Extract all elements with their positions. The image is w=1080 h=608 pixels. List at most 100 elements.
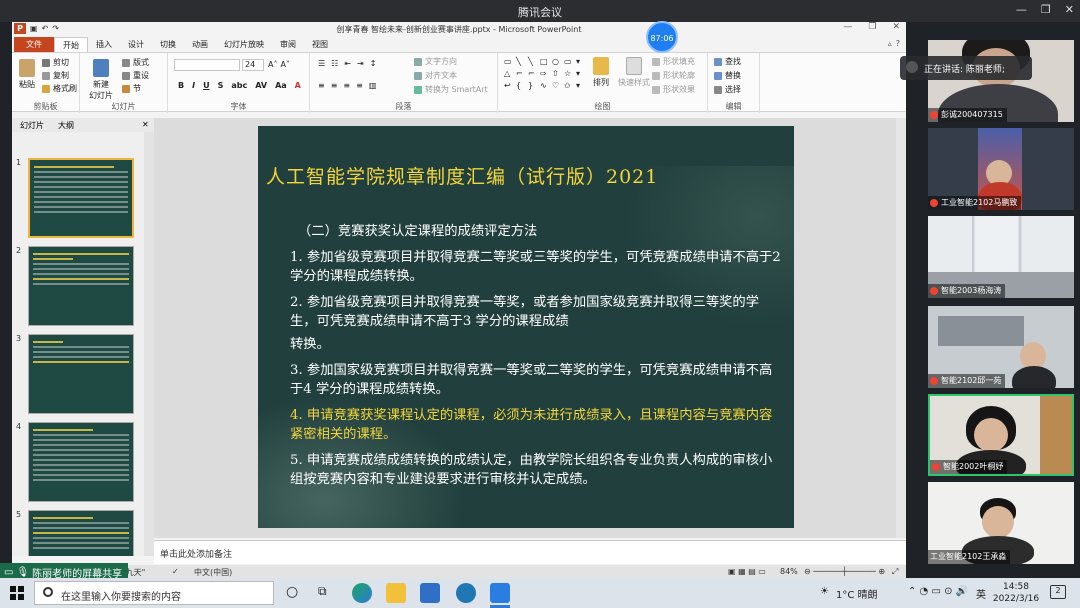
tab-review[interactable]: 审阅 [272, 37, 304, 52]
ppt-restore-icon[interactable]: ❐ [868, 22, 876, 32]
select-button[interactable]: 选择 [714, 84, 741, 95]
cortana-icon[interactable]: ○ [286, 584, 298, 600]
slide-body[interactable]: （二）竞赛获奖认定课程的成绩评定方法 1. 参加省级竞赛项目并取得竞赛二等奖或三… [290, 222, 782, 496]
weather-text[interactable]: 1°C 晴朗 [836, 586, 878, 601]
ribbon-collapse-icon[interactable]: ▵ [888, 39, 892, 48]
line-shape-icon[interactable]: ╲ [516, 57, 526, 67]
shape-effects-button[interactable]: 形状效果 [652, 84, 695, 95]
zoom-slider[interactable]: ⊖ ──────┼────── ⊕ [804, 567, 885, 576]
connector-shape-icon[interactable]: ⌐ [528, 69, 538, 79]
spellcheck-icon[interactable]: ✓ [172, 567, 179, 576]
tab-slides[interactable]: 幻灯片 [20, 120, 44, 131]
reset-button[interactable]: 重设 [122, 70, 149, 81]
section-button[interactable]: 节 [122, 83, 141, 94]
task-view-icon[interactable]: ⧉ [318, 584, 327, 599]
arrange-button[interactable]: 排列 [590, 57, 612, 88]
triangle-shape-icon[interactable]: △ [504, 69, 514, 79]
spacing-icon[interactable]: AV [255, 81, 267, 90]
font-size-adjust[interactable]: A˄ A˅ [268, 60, 290, 69]
shape-fill-button[interactable]: 形状填充 [652, 56, 695, 67]
strikethrough-icon[interactable]: abc [231, 81, 247, 90]
increase-indent-icon[interactable]: ⇥ [357, 59, 364, 68]
star-shape-icon[interactable]: ☆ [564, 69, 574, 79]
taskbar-search-input[interactable]: 在这里输入你要搜索的内容 [34, 581, 274, 605]
find-button[interactable]: 查找 [714, 56, 741, 67]
arrow-shape-icon[interactable]: ⇧ [552, 69, 562, 79]
line-spacing-icon[interactable]: ↕ [370, 59, 377, 68]
mail-icon[interactable] [420, 583, 440, 603]
heart-shape-icon[interactable]: ♡ [552, 81, 562, 91]
shapes-gallery[interactable]: ▭ ╲ ╲ □ ○ ▭ ▾ △ ⌐ ⌐ ⇨ ⇧ ☆ ▾ ↩{} ∿ ♡ ✩ ▾ [504, 57, 584, 91]
font-name-combo[interactable] [174, 59, 240, 71]
justify-icon[interactable]: ≡ [356, 81, 363, 90]
align-center-icon[interactable]: ≡ [331, 81, 338, 90]
tray-icons[interactable]: ⌃ ◔ ▭ ⊙ 🔊 [908, 586, 968, 597]
curve-shape-icon[interactable]: ↩ [504, 81, 514, 91]
copy-button[interactable]: 复制 [42, 70, 69, 81]
rect-shape-icon[interactable]: ▭ [564, 57, 574, 67]
restore-icon[interactable]: ❐ [1041, 3, 1051, 16]
rect-shape-icon[interactable]: ▭ [504, 57, 514, 67]
italic-icon[interactable]: I [192, 81, 195, 90]
participant-tile[interactable]: 智能2102邱一苑 [928, 306, 1074, 388]
more-shapes-icon[interactable]: ▾ [576, 81, 586, 91]
shrink-font-icon[interactable]: A˅ [280, 60, 289, 69]
change-case-icon[interactable]: Aa [275, 81, 287, 90]
edge-browser-icon[interactable] [352, 583, 372, 603]
tab-outline[interactable]: 大纲 [58, 120, 74, 131]
bullets-icon[interactable]: ☰ [318, 59, 325, 68]
windows-start-icon[interactable] [10, 586, 24, 600]
brace-shape-icon[interactable]: } [528, 81, 538, 91]
decrease-indent-icon[interactable]: ⇤ [344, 59, 351, 68]
file-explorer-icon[interactable] [386, 583, 406, 603]
align-text-button[interactable]: 对齐文本 [414, 70, 457, 81]
tab-slideshow[interactable]: 幻灯片放映 [216, 37, 272, 52]
tencent-meeting-icon[interactable] [490, 583, 510, 603]
quick-styles-button[interactable]: 快速样式 [616, 57, 652, 88]
slide-title[interactable]: 人工智能学院规章制度汇编（试行版）2021 [266, 162, 786, 189]
shadow-icon[interactable]: S [218, 81, 224, 90]
ppt-close-icon[interactable]: ✕ [892, 22, 900, 32]
slide-scrollbar[interactable] [896, 118, 906, 538]
close-icon[interactable]: ✕ [1065, 3, 1074, 16]
participant-tile[interactable]: 工业智能2102马鹏致 [928, 128, 1074, 210]
arrow-shape-icon[interactable]: ⇨ [540, 69, 550, 79]
fit-window-icon[interactable]: ⤢ [892, 567, 898, 577]
replace-button[interactable]: 替换 [714, 70, 741, 81]
tab-home[interactable]: 开始 [54, 37, 88, 52]
app-icon[interactable] [456, 583, 476, 603]
tab-file[interactable]: 文件 [14, 37, 54, 52]
slide-thumbnail[interactable] [28, 510, 134, 556]
curve-shape-icon[interactable]: ∿ [540, 81, 550, 91]
slide-thumbnail[interactable] [28, 334, 134, 414]
meeting-timer[interactable]: 87:06 [646, 21, 678, 53]
brace-shape-icon[interactable]: { [516, 81, 526, 91]
line-shape-icon[interactable]: ╲ [528, 57, 538, 67]
tab-animations[interactable]: 动画 [184, 37, 216, 52]
pane-close-icon[interactable]: ✕ [142, 120, 149, 129]
participant-tile[interactable]: 彭诚200407315 [928, 40, 1074, 122]
language-status[interactable]: 中文(中国) [194, 567, 232, 578]
more-shapes-icon[interactable]: ▾ [576, 69, 586, 79]
font-size-combo[interactable]: 24 [242, 59, 264, 71]
participant-tile[interactable]: 工业智能2102王承淼 [928, 482, 1074, 564]
cut-button[interactable]: 剪切 [42, 57, 69, 68]
shape-outline-button[interactable]: 形状轮廓 [652, 70, 695, 81]
slide-thumbnail[interactable] [28, 422, 134, 502]
paste-button[interactable]: 粘贴 [16, 59, 38, 90]
tab-view[interactable]: 视图 [304, 37, 336, 52]
thumbnail-scrollbar[interactable] [144, 132, 154, 556]
current-slide[interactable]: 人工智能学院规章制度汇编（试行版）2021 （二）竞赛获奖认定课程的成绩评定方法… [258, 126, 794, 528]
format-painter-button[interactable]: 格式刷 [42, 83, 77, 94]
star-shape-icon[interactable]: ✩ [564, 81, 574, 91]
ime-indicator[interactable]: 英 [976, 586, 986, 601]
slide-thumbnail[interactable] [28, 246, 134, 326]
participant-tile-active[interactable]: 智能2002叶桐妤 [928, 394, 1074, 476]
taskbar-clock[interactable]: 14:58 2022/3/16 [992, 581, 1040, 605]
columns-icon[interactable]: ▥ [369, 81, 377, 90]
tab-transitions[interactable]: 切换 [152, 37, 184, 52]
font-color-icon[interactable]: A [295, 81, 301, 90]
tab-insert[interactable]: 插入 [88, 37, 120, 52]
zoom-level[interactable]: 84% [780, 567, 798, 576]
bold-icon[interactable]: B [178, 81, 184, 90]
